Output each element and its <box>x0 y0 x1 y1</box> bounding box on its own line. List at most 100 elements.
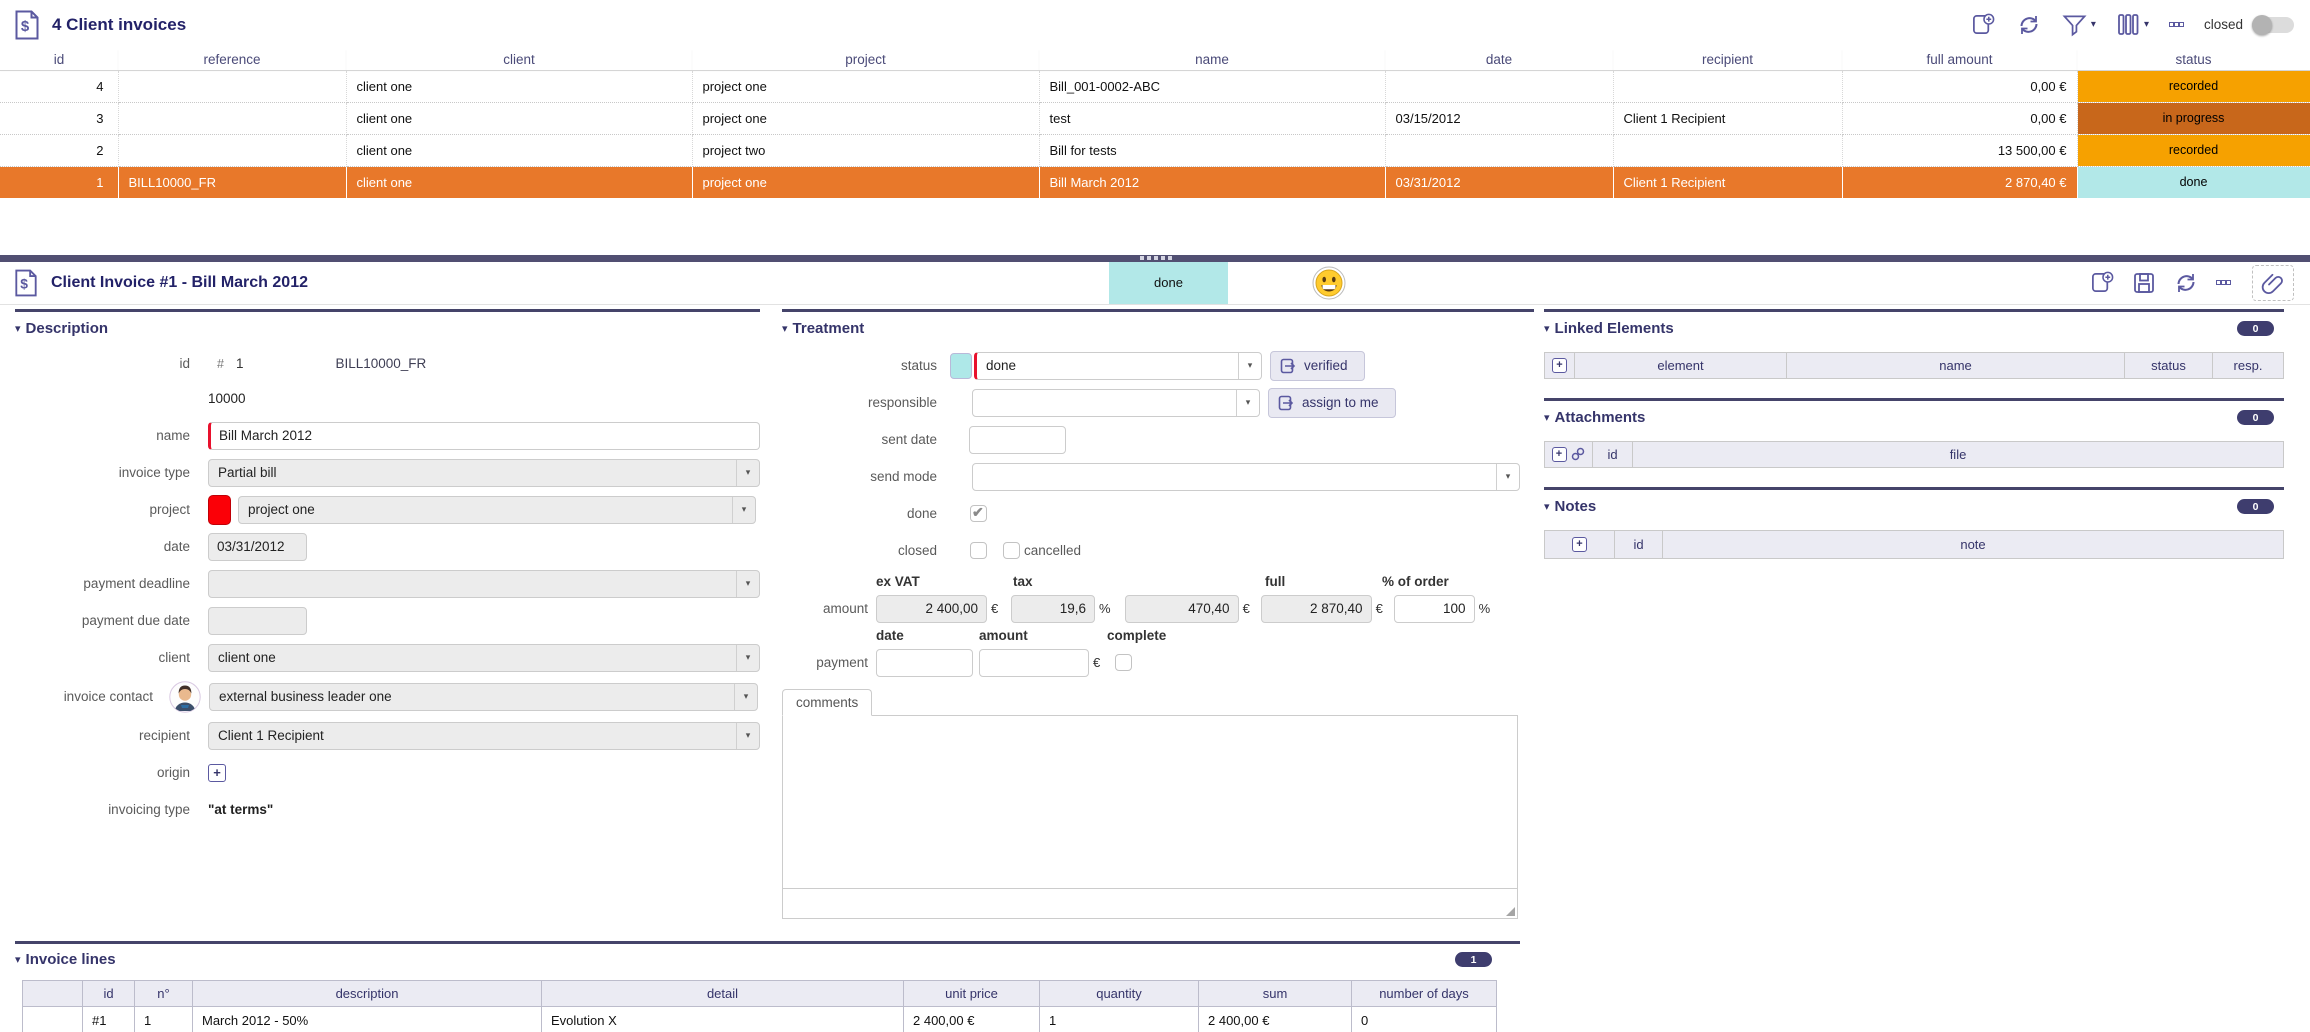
tax-amount-input[interactable]: 470,40 <box>1125 595 1239 623</box>
attachment-drop-zone[interactable] <box>2252 265 2294 301</box>
columns-icon[interactable]: ▾ <box>2116 12 2149 37</box>
chevron-down-icon[interactable]: ▾ <box>736 460 759 486</box>
splitter-bar[interactable] <box>0 255 2310 262</box>
more-menu-icon[interactable] <box>2216 278 2231 288</box>
name-input[interactable]: Bill March 2012 <box>208 422 760 450</box>
payment-due-date-input[interactable] <box>208 607 307 635</box>
cell-reference[interactable]: BILL10000_FR <box>118 166 346 198</box>
invoice-line-row[interactable]: #1 1 March 2012 - 50% Evolution X 2 400,… <box>23 1006 1497 1032</box>
chevron-down-icon[interactable]: ▾ <box>1238 353 1261 379</box>
refresh-icon[interactable] <box>2173 270 2199 296</box>
closed-toggle[interactable] <box>2252 17 2294 33</box>
add-note-button[interactable]: + <box>1572 537 1587 552</box>
col-header-recipient[interactable]: recipient <box>1613 49 1842 70</box>
cell-reference[interactable] <box>118 134 346 166</box>
col-header-date[interactable]: date <box>1385 49 1613 70</box>
send-mode-select[interactable]: ▾ <box>972 463 1520 491</box>
cell-project[interactable]: project two <box>692 134 1039 166</box>
cell-empty[interactable] <box>23 1006 83 1032</box>
cell-id[interactable]: 2 <box>0 134 118 166</box>
tax-rate-input[interactable]: 19,6 <box>1011 595 1095 623</box>
date-input[interactable]: 03/31/2012 <box>208 533 307 561</box>
col-header-id[interactable]: id <box>0 49 118 70</box>
tab-comments[interactable]: comments <box>782 689 872 716</box>
table-row-selected[interactable]: 1 BILL10000_FR client one project one Bi… <box>0 166 2310 198</box>
status-select[interactable]: done ▾ <box>974 352 1262 380</box>
collapse-icon[interactable]: ▾ <box>1544 411 1550 424</box>
cell-days[interactable]: 0 <box>1352 1006 1497 1032</box>
cell-id[interactable]: 4 <box>0 70 118 102</box>
project-select[interactable]: project one ▾ <box>238 496 756 524</box>
cell-date[interactable] <box>1385 134 1613 166</box>
collapse-icon[interactable]: ▾ <box>1544 322 1550 335</box>
table-row[interactable]: 4 client one project one Bill_001-0002-A… <box>0 70 2310 102</box>
save-icon[interactable] <box>2132 271 2156 295</box>
verified-button[interactable]: verified <box>1270 351 1365 381</box>
payment-deadline-select[interactable]: ▾ <box>208 570 760 598</box>
col-header-project[interactable]: project <box>692 49 1039 70</box>
payment-amount-input[interactable] <box>979 649 1089 677</box>
add-linked-element-button[interactable]: + <box>1552 358 1567 373</box>
cancelled-checkbox[interactable] <box>1003 542 1020 559</box>
chevron-down-icon[interactable]: ▾ <box>736 645 759 671</box>
responsible-select[interactable]: ▾ <box>972 389 1260 417</box>
splitter-grip-icon[interactable] <box>1140 256 1172 260</box>
cell-recipient[interactable]: Client 1 Recipient <box>1613 102 1842 134</box>
cell-reference[interactable] <box>118 102 346 134</box>
col-header-name[interactable]: name <box>1039 49 1385 70</box>
cell-date[interactable] <box>1385 70 1613 102</box>
col-header-client[interactable]: client <box>346 49 692 70</box>
cell-name[interactable]: test <box>1039 102 1385 134</box>
cell-recipient[interactable]: Client 1 Recipient <box>1613 166 1842 198</box>
collapse-icon[interactable]: ▾ <box>15 953 21 966</box>
cell-status[interactable]: recorded <box>2077 134 2310 166</box>
cell-recipient[interactable] <box>1613 134 1842 166</box>
cell-project[interactable]: project one <box>692 166 1039 198</box>
smiley-mood-icon[interactable] <box>1312 266 1346 300</box>
closed-checkbox[interactable] <box>970 542 987 559</box>
done-checkbox[interactable] <box>970 505 987 522</box>
add-attachment-button[interactable]: + <box>1552 447 1567 462</box>
cell-status[interactable]: in progress <box>2077 102 2310 134</box>
comments-textarea[interactable] <box>782 889 1518 919</box>
payment-complete-checkbox[interactable] <box>1115 654 1132 671</box>
chevron-down-icon[interactable]: ▾ <box>734 684 757 710</box>
cell-client[interactable]: client one <box>346 102 692 134</box>
add-invoice-icon[interactable] <box>1971 12 1996 37</box>
link-icon[interactable] <box>1570 446 1586 462</box>
client-select[interactable]: client one ▾ <box>208 644 760 672</box>
pct-of-order-input[interactable]: 100 <box>1394 595 1475 623</box>
cell-name[interactable]: Bill for tests <box>1039 134 1385 166</box>
chevron-down-icon[interactable]: ▾ <box>732 497 755 523</box>
chevron-down-icon[interactable]: ▾ <box>1496 464 1519 490</box>
collapse-icon[interactable]: ▾ <box>15 322 21 335</box>
cell-detail[interactable]: Evolution X <box>542 1006 904 1032</box>
cell-client[interactable]: client one <box>346 70 692 102</box>
chevron-down-icon[interactable]: ▾ <box>736 723 759 749</box>
cell-full-amount[interactable]: 0,00 € <box>1842 102 2077 134</box>
col-header-full-amount[interactable]: full amount <box>1842 49 2077 70</box>
add-icon[interactable] <box>2090 270 2115 295</box>
cell-recipient[interactable] <box>1613 70 1842 102</box>
cell-project[interactable]: project one <box>692 102 1039 134</box>
assign-to-me-button[interactable]: assign to me <box>1268 388 1396 418</box>
cell-quantity[interactable]: 1 <box>1040 1006 1199 1032</box>
more-menu-icon[interactable] <box>2169 20 2184 30</box>
chevron-down-icon[interactable]: ▾ <box>736 571 759 597</box>
table-row[interactable]: 3 client one project one test 03/15/2012… <box>0 102 2310 134</box>
collapse-icon[interactable]: ▾ <box>1544 500 1550 513</box>
refresh-icon[interactable] <box>2016 12 2042 38</box>
cell-full-amount[interactable]: 0,00 € <box>1842 70 2077 102</box>
col-header-reference[interactable]: reference <box>118 49 346 70</box>
cell-client[interactable]: client one <box>346 134 692 166</box>
cell-name[interactable]: Bill_001-0002-ABC <box>1039 70 1385 102</box>
cell-status[interactable]: recorded <box>2077 70 2310 102</box>
table-row[interactable]: 2 client one project two Bill for tests … <box>0 134 2310 166</box>
cell-description[interactable]: March 2012 - 50% <box>193 1006 542 1032</box>
invoice-type-select[interactable]: Partial bill ▾ <box>208 459 760 487</box>
cell-client[interactable]: client one <box>346 166 692 198</box>
invoice-contact-select[interactable]: external business leader one ▾ <box>209 683 758 711</box>
full-amount-input[interactable]: 2 870,40 <box>1261 595 1372 623</box>
cell-sum[interactable]: 2 400,00 € <box>1199 1006 1352 1032</box>
cell-name[interactable]: Bill March 2012 <box>1039 166 1385 198</box>
